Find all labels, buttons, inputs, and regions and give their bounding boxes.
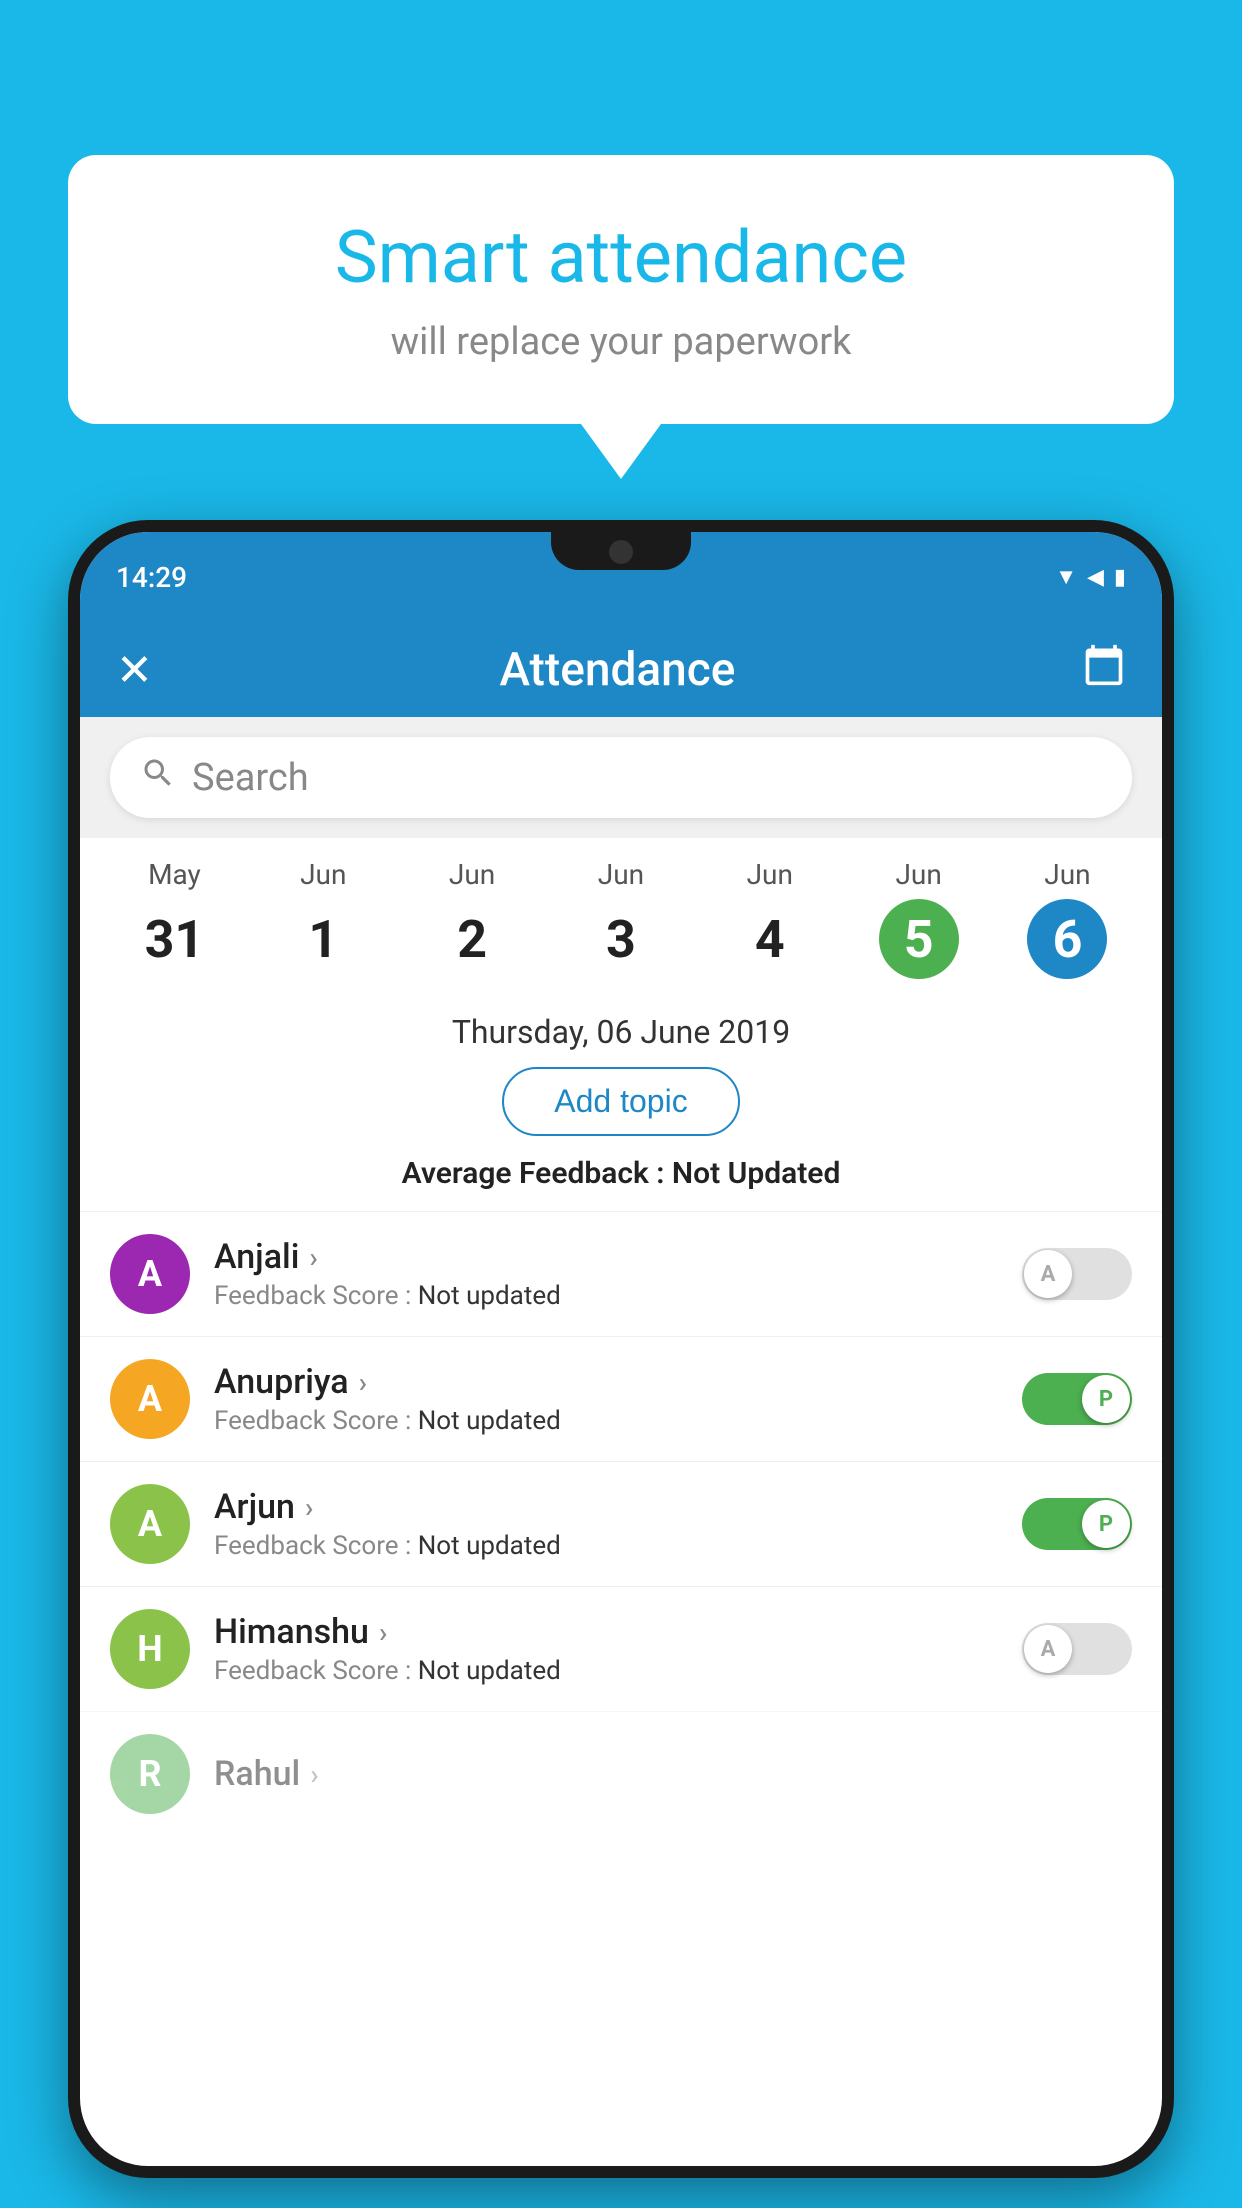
attendance-toggle-arjun[interactable]: P [1022,1498,1132,1550]
date-content-area: Thursday, 06 June 2019 Add topic Average… [80,989,1162,1211]
toggle-knob-himanshu: A [1024,1625,1072,1673]
speech-bubble-container: Smart attendance will replace your paper… [68,155,1174,479]
date-strip: May 31 Jun 1 Jun 2 Jun 3 Jun 4 Jun 5 [80,838,1162,989]
speech-bubble: Smart attendance will replace your paper… [68,155,1174,424]
speech-bubble-subtitle: will replace your paperwork [108,320,1134,364]
student-name-partial: Rahul › [214,1754,1132,1794]
student-item-anjali[interactable]: A Anjali › Feedback Score : Not updated … [80,1211,1162,1336]
student-info-himanshu: Himanshu › Feedback Score : Not updated [214,1612,998,1686]
date-item-may31[interactable]: May 31 [134,858,214,979]
date-item-jun2[interactable]: Jun 2 [432,858,512,979]
student-item-himanshu[interactable]: H Himanshu › Feedback Score : Not update… [80,1586,1162,1711]
app-header: ✕ Attendance [80,622,1162,717]
close-button[interactable]: ✕ [116,644,153,696]
student-info-arjun: Arjun › Feedback Score : Not updated [214,1487,998,1561]
toggle-knob-anupriya: P [1082,1375,1130,1423]
chevron-icon: › [379,1616,387,1649]
speech-bubble-tail [581,424,661,479]
date-item-jun4[interactable]: Jun 4 [730,858,810,979]
add-topic-wrapper: Add topic [80,1067,1162,1136]
attendance-toggle-anupriya[interactable]: P [1022,1373,1132,1425]
selected-date-label: Thursday, 06 June 2019 [80,989,1162,1067]
chevron-icon: › [309,1241,317,1274]
search-bar[interactable]: Search [110,737,1132,818]
status-bar: 14:29 ▼ ◀ ▮ [80,532,1162,622]
battery-icon: ▮ [1114,565,1126,590]
student-info-anjali: Anjali › Feedback Score : Not updated [214,1237,998,1311]
avatar-himanshu: H [110,1609,190,1689]
avatar-anjali: A [110,1234,190,1314]
student-name-himanshu: Himanshu › [214,1612,998,1652]
phone-inner: 14:29 ▼ ◀ ▮ ✕ Attendance [80,532,1162,2166]
attendance-toggle-anjali[interactable]: A [1022,1248,1132,1300]
student-feedback-anjali: Feedback Score : Not updated [214,1281,998,1311]
student-list: A Anjali › Feedback Score : Not updated … [80,1211,1162,1836]
avg-feedback: Average Feedback : Not Updated [80,1156,1162,1211]
student-item-arjun[interactable]: A Arjun › Feedback Score : Not updated P [80,1461,1162,1586]
avatar-arjun: A [110,1484,190,1564]
student-name-arjun: Arjun › [214,1487,998,1527]
student-info-anupriya: Anupriya › Feedback Score : Not updated [214,1362,998,1436]
date-item-jun5[interactable]: Jun 5 [879,858,959,979]
add-topic-button[interactable]: Add topic [502,1067,739,1136]
speech-bubble-title: Smart attendance [108,215,1134,300]
status-icons: ▼ ◀ ▮ [1055,564,1126,590]
student-name-anupriya: Anupriya › [214,1362,998,1402]
chevron-icon: › [310,1758,318,1791]
app-title: Attendance [499,643,735,697]
date-item-jun1[interactable]: Jun 1 [283,858,363,979]
chevron-icon: › [359,1366,367,1399]
student-feedback-himanshu: Feedback Score : Not updated [214,1656,998,1686]
signal-icon: ◀ [1087,565,1104,590]
chevron-icon: › [305,1491,313,1524]
status-time: 14:29 [116,561,187,594]
student-info-partial: Rahul › [214,1754,1132,1794]
search-icon [140,755,176,800]
student-item-anupriya[interactable]: A Anupriya › Feedback Score : Not update… [80,1336,1162,1461]
student-feedback-arjun: Feedback Score : Not updated [214,1531,998,1561]
student-item-partial[interactable]: R Rahul › [80,1711,1162,1836]
attendance-toggle-himanshu[interactable]: A [1022,1623,1132,1675]
student-name-anjali: Anjali › [214,1237,998,1277]
phone-frame: 14:29 ▼ ◀ ▮ ✕ Attendance [68,520,1174,2178]
phone-camera [609,540,633,564]
calendar-icon[interactable] [1082,643,1126,697]
search-container: Search [80,717,1162,838]
student-feedback-anupriya: Feedback Score : Not updated [214,1406,998,1436]
toggle-knob-anjali: A [1024,1250,1072,1298]
avatar-anupriya: A [110,1359,190,1439]
search-placeholder-text: Search [192,756,309,800]
date-item-jun3[interactable]: Jun 3 [581,858,661,979]
wifi-icon: ▼ [1055,564,1077,590]
avatar-partial: R [110,1734,190,1814]
phone-notch [551,532,691,570]
toggle-knob-arjun: P [1082,1500,1130,1548]
date-item-jun6[interactable]: Jun 6 [1027,858,1107,979]
